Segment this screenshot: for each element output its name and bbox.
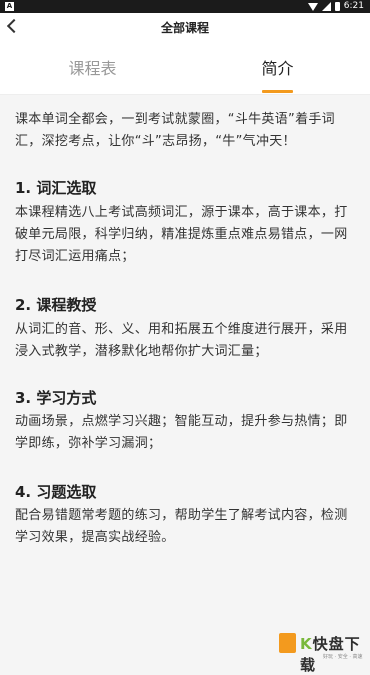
section-body: 本课程精选八上考试高频词汇，源于课本，高于课本，打 破单元局限，科学归纳，精准提… bbox=[15, 202, 360, 268]
status-time: 6:21 bbox=[343, 1, 364, 11]
section-line: 学习效果，提高实战经验。 bbox=[15, 530, 175, 545]
section-heading: 4. 习题选取 bbox=[15, 483, 97, 501]
intro-line: 课本单词全都会，一到考试就蒙圈，“斗牛英语”着手词 bbox=[15, 112, 335, 127]
section-line: 从词汇的音、形、义、用和拓展五个维度进行展开，采用 bbox=[15, 322, 348, 337]
intro-paragraph: 课本单词全都会，一到考试就蒙圈，“斗牛英语”着手词 汇，深挖考点，让你“斗”志昂… bbox=[15, 109, 360, 153]
signal-icon bbox=[321, 2, 331, 11]
status-bar: A 6:21 bbox=[0, 0, 370, 13]
logo-k: K bbox=[300, 635, 313, 653]
tab-intro[interactable]: 简介 bbox=[185, 43, 370, 94]
section-body: 从词汇的音、形、义、用和拓展五个维度进行展开，采用 浸入式教学，潜移默化地帮你扩… bbox=[15, 319, 360, 363]
status-icons: 6:21 bbox=[307, 0, 364, 13]
logo-mark-icon bbox=[279, 633, 296, 653]
top-app-bar: 全部课程 bbox=[0, 13, 370, 43]
section-line: 浸入式教学，潜移默化地帮你扩大词汇量； bbox=[15, 344, 268, 359]
page-title: 全部课程 bbox=[160, 21, 209, 35]
section-heading: 1. 词汇选取 bbox=[15, 179, 97, 197]
section-heading: 2. 课程教授 bbox=[15, 296, 97, 314]
section-line: 打尽词汇运用痛点； bbox=[15, 249, 135, 264]
section-heading: 3. 学习方式 bbox=[15, 389, 97, 407]
tab-active-indicator bbox=[262, 90, 293, 93]
section-line: 动画场景，点燃学习兴趣；智能互动，提升参与热情；即 bbox=[15, 414, 348, 429]
section-line: 配合易错题常考题的练习，帮助学生了解考试内容，检测 bbox=[15, 508, 348, 523]
tab-bar: 课程表 简介 bbox=[0, 43, 370, 95]
watermark-logo: K快盘下载 好玩 · 安全 · 高速 bbox=[279, 631, 367, 674]
logo-slogan: 好玩 · 安全 · 高速 bbox=[323, 654, 363, 660]
intro-line: 汇，深挖考点，让你“斗”志昂扬，“牛”气冲天！ bbox=[15, 134, 296, 149]
section-line: 本课程精选八上考试高频词汇，源于课本，高于课本，打 bbox=[15, 205, 348, 220]
intro-content: 课本单词全都会，一到考试就蒙圈，“斗牛英语”着手词 汇，深挖考点，让你“斗”志昂… bbox=[0, 95, 370, 664]
section-body: 动画场景，点燃学习兴趣；智能互动，提升参与热情；即 学即练，弥补学习漏洞； bbox=[15, 411, 360, 455]
app-notification-icon: A bbox=[5, 2, 14, 11]
section-line: 破单元局限，科学归纳，精准提炼重点难点易错点，一网 bbox=[15, 227, 348, 242]
section-body: 配合易错题常考题的练习，帮助学生了解考试内容，检测 学习效果，提高实战经验。 bbox=[15, 505, 360, 549]
battery-icon bbox=[334, 2, 340, 11]
section-line: 学即练，弥补学习漏洞； bbox=[15, 436, 162, 451]
wifi-icon bbox=[307, 2, 318, 11]
tab-schedule[interactable]: 课程表 bbox=[0, 43, 185, 94]
